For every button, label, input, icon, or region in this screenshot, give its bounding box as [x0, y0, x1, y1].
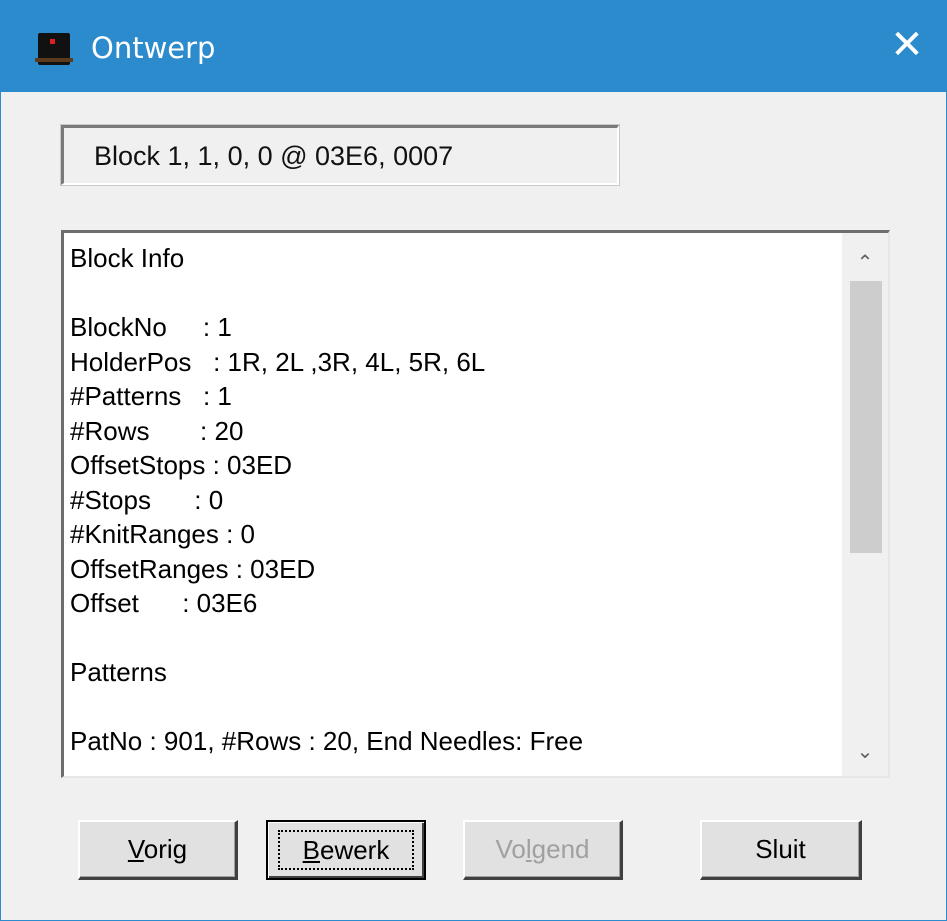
dialog-window: Ontwerp ✕ Block 1, 1, 0, 0 @ 03E6, 0007 …	[0, 0, 947, 921]
edit-button[interactable]: Bewerk	[266, 820, 426, 880]
info-line	[70, 621, 840, 656]
scroll-up-arrow-icon[interactable]: ⌃	[842, 239, 888, 285]
info-line: Block Info	[70, 243, 185, 273]
block-address-text: Block 1, 1, 0, 0 @ 03E6, 0007	[94, 141, 454, 171]
title-bar[interactable]: Ontwerp ✕	[1, 0, 946, 92]
info-line: BlockNo : 1	[70, 312, 232, 342]
previous-button-label: orig	[143, 834, 188, 864]
next-button: Volgend	[463, 820, 623, 880]
next-button-label-pre: Vo	[495, 834, 526, 864]
close-button[interactable]: ✕	[868, 12, 946, 78]
info-line	[70, 276, 840, 311]
block-info-textarea[interactable]: Block Info BlockNo : 1 HolderPos : 1R, 2L…	[61, 230, 890, 778]
close-dialog-button-label: Sluit	[755, 834, 806, 864]
info-line: Offset : 03E6	[70, 588, 258, 618]
next-button-label: gend	[531, 834, 590, 864]
info-line: Patterns	[70, 657, 167, 687]
block-info-text: Block Info BlockNo : 1 HolderPos : 1R, 2L…	[70, 241, 840, 759]
previous-button[interactable]: Vorig	[78, 820, 238, 880]
info-line: #KnitRanges : 0	[70, 519, 256, 549]
close-dialog-button[interactable]: Sluit	[700, 820, 862, 880]
info-line: #Stops : 0	[70, 484, 224, 515]
scroll-thumb[interactable]	[850, 281, 882, 553]
focus-rectangle: Bewerk	[278, 830, 414, 870]
info-line: #Rows : 20	[70, 415, 244, 446]
info-line	[70, 690, 840, 725]
window-title: Ontwerp	[91, 31, 216, 65]
edit-button-mnemonic: B	[302, 835, 320, 865]
block-address-field: Block 1, 1, 0, 0 @ 03E6, 0007	[61, 125, 619, 185]
info-line: OffsetStops : 03ED	[70, 450, 293, 480]
scroll-down-arrow-icon[interactable]: ⌄	[842, 728, 888, 774]
vertical-scrollbar[interactable]: ⌃ ⌄	[842, 233, 888, 776]
info-line: #Patterns : 1	[70, 381, 232, 411]
edit-button-label: ewerk	[319, 835, 390, 865]
app-icon	[35, 33, 73, 65]
info-line: HolderPos : 1R, 2L ,3R, 4L, 5R, 6L	[70, 346, 486, 377]
info-line: PatNo : 901, #Rows : 20, End Needles: Fr…	[70, 726, 584, 756]
info-line: OffsetRanges : 03ED	[70, 553, 316, 584]
previous-button-mnemonic: V	[127, 834, 144, 864]
